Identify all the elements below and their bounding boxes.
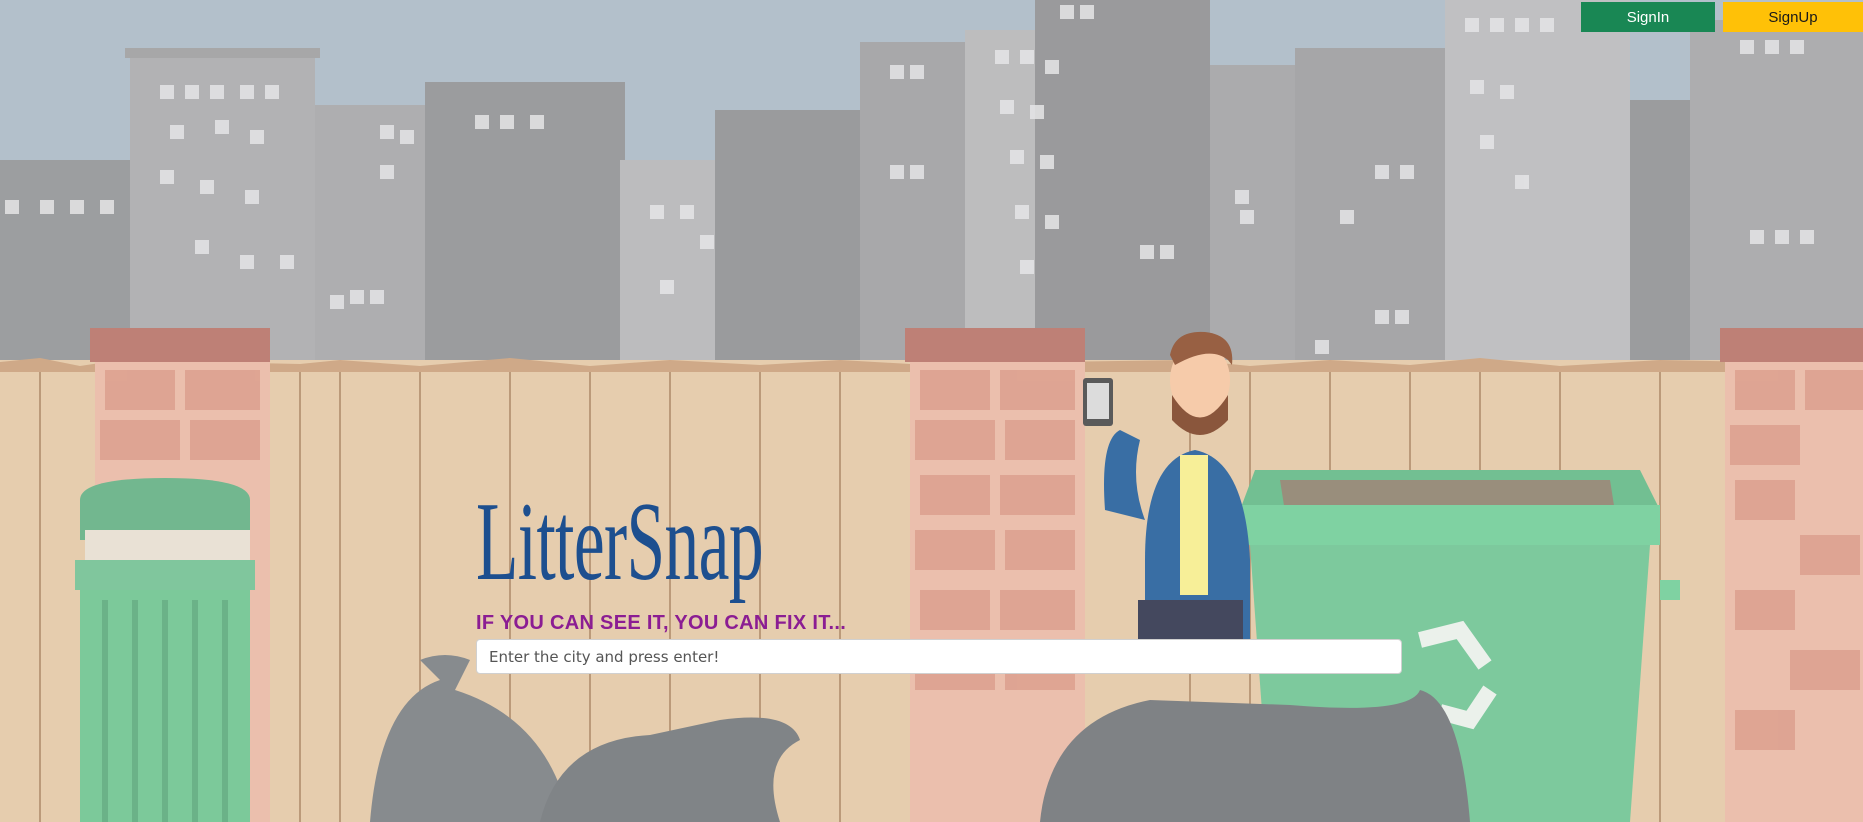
signup-button[interactable]: SignUp <box>1723 2 1863 32</box>
signin-button[interactable]: SignIn <box>1581 2 1715 32</box>
hero-section: LitterSnap IF YOU CAN SEE IT, YOU CAN FI… <box>476 486 1402 674</box>
top-nav: SignIn SignUp <box>1581 2 1863 32</box>
app-logo-title: LitterSnap <box>476 480 764 604</box>
city-search-input[interactable] <box>476 639 1402 674</box>
background-illustration <box>0 0 1863 822</box>
tagline: IF YOU CAN SEE IT, YOU CAN FIX IT... <box>476 612 847 634</box>
